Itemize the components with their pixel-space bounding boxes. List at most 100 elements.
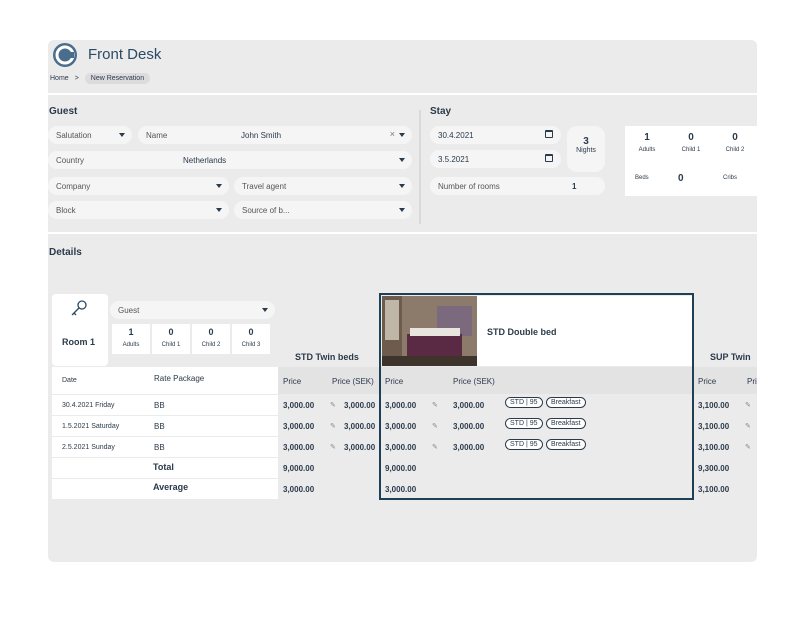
pencil-icon[interactable]: ✎ bbox=[330, 443, 337, 451]
pencil-icon[interactable]: ✎ bbox=[330, 401, 337, 409]
room-child3-counter[interactable]: 0 Child 3 bbox=[232, 324, 270, 354]
child2-value: 0 bbox=[732, 132, 738, 143]
row-date: 30.4.2021 Friday bbox=[62, 402, 115, 409]
room-type-sup-twin[interactable]: SUP Twin bbox=[710, 352, 751, 362]
calendar-icon[interactable] bbox=[545, 130, 553, 138]
child1-counter[interactable]: 0 Child 1 bbox=[671, 132, 711, 153]
chevron-down-icon bbox=[262, 308, 268, 312]
pencil-icon[interactable]: ✎ bbox=[745, 401, 752, 409]
room-child1-label: Child 1 bbox=[161, 342, 181, 348]
twin-average: 3,000.00 bbox=[283, 485, 315, 494]
room-child2-counter[interactable]: 0 Child 2 bbox=[192, 324, 230, 354]
chevron-down-icon bbox=[399, 133, 405, 137]
block-select[interactable]: Block bbox=[48, 201, 229, 219]
room-adults-value: 1 bbox=[128, 327, 134, 337]
column-twin-price: Price bbox=[283, 377, 302, 386]
total-label: Total bbox=[153, 462, 174, 472]
chevron-down-icon bbox=[399, 208, 405, 212]
room-child1-counter[interactable]: 0 Child 1 bbox=[152, 324, 190, 354]
close-icon[interactable]: × bbox=[390, 129, 395, 139]
company-select[interactable]: Company bbox=[48, 177, 229, 195]
child1-label: Child 1 bbox=[681, 147, 701, 153]
country-select[interactable]: Country Netherlands bbox=[48, 151, 412, 169]
country-label: Country bbox=[56, 155, 85, 165]
column-sup-price: Price bbox=[698, 377, 717, 386]
departure-date-value: 3.5.2021 bbox=[438, 154, 470, 164]
room-guest-select[interactable]: Guest bbox=[110, 301, 275, 319]
room-adults-counter[interactable]: 1 Adults bbox=[112, 324, 150, 354]
cribs-label: Cribs bbox=[723, 175, 738, 181]
rooms-label: Number of rooms bbox=[438, 181, 500, 191]
arrival-date-field[interactable]: 30.4.2021 bbox=[430, 126, 561, 144]
room-type-std-twin[interactable]: STD Twin beds bbox=[295, 352, 359, 362]
beds-value[interactable]: 0 bbox=[678, 173, 684, 184]
calendar-icon[interactable] bbox=[545, 154, 553, 162]
stay-heading: Stay bbox=[430, 106, 452, 117]
room-child2-label: Child 2 bbox=[201, 342, 221, 348]
child2-counter[interactable]: 0 Child 2 bbox=[715, 132, 755, 153]
departure-date-field[interactable]: 3.5.2021 bbox=[430, 150, 561, 168]
logo-icon bbox=[53, 43, 77, 67]
row-twin-price: 3,000.00 bbox=[283, 422, 315, 431]
front-desk-window: Front Desk Home > New Reservation Guest … bbox=[48, 40, 757, 562]
block-placeholder: Block bbox=[56, 205, 76, 215]
travel-agent-select[interactable]: Travel agent bbox=[234, 177, 412, 195]
company-placeholder: Company bbox=[56, 181, 91, 191]
row-twin-price: 3,000.00 bbox=[283, 443, 315, 452]
row-sup-price: 3,100.00 bbox=[698, 443, 730, 452]
breadcrumb: Home > New Reservation bbox=[50, 73, 151, 84]
room-label: Room 1 bbox=[62, 337, 96, 347]
chevron-down-icon bbox=[399, 184, 405, 188]
country-value: Netherlands bbox=[183, 155, 227, 165]
row-package[interactable]: BB bbox=[154, 401, 165, 410]
divider bbox=[48, 93, 757, 95]
divider bbox=[48, 232, 757, 234]
chevron-down-icon bbox=[399, 158, 405, 162]
column-rate-package: Rate Package bbox=[154, 374, 205, 383]
child1-value: 0 bbox=[688, 132, 694, 143]
room-child2-value: 0 bbox=[208, 327, 214, 337]
occupancy-panel: 1 Adults 0 Child 1 0 Child 2 Beds 0 Crib… bbox=[625, 126, 757, 196]
adults-label: Adults bbox=[638, 147, 656, 153]
child2-label: Child 2 bbox=[725, 147, 745, 153]
room-child3-label: Child 3 bbox=[241, 342, 261, 348]
pencil-icon[interactable]: ✎ bbox=[330, 422, 337, 430]
sup-total: 9,300.00 bbox=[698, 464, 730, 473]
chevron-down-icon bbox=[216, 208, 222, 212]
beds-label: Beds bbox=[635, 175, 649, 181]
header: Front Desk Home > New Reservation bbox=[48, 40, 757, 93]
row-twin-sek: 3,000.00 bbox=[344, 422, 376, 431]
section-divider bbox=[419, 110, 421, 224]
pencil-icon[interactable]: ✎ bbox=[745, 443, 752, 451]
average-label: Average bbox=[153, 482, 189, 492]
column-twin-price-sek: Price (SEK) bbox=[332, 377, 374, 386]
source-of-business-select[interactable]: Source of b... bbox=[234, 201, 412, 219]
row-package[interactable]: BB bbox=[154, 422, 165, 431]
nights-display: 3 Nights bbox=[567, 126, 605, 172]
source-placeholder: Source of b... bbox=[242, 205, 290, 215]
guest-heading: Guest bbox=[49, 106, 78, 117]
app-title: Front Desk bbox=[88, 46, 162, 63]
row-twin-price: 3,000.00 bbox=[283, 401, 315, 410]
breadcrumb-current: New Reservation bbox=[84, 73, 151, 84]
room-card[interactable]: Room 1 bbox=[52, 294, 108, 366]
key-icon bbox=[71, 300, 87, 316]
name-field[interactable]: Name John Smith × bbox=[138, 126, 412, 144]
guest-placeholder: Guest bbox=[118, 305, 140, 315]
row-sup-price: 3,100.00 bbox=[698, 401, 730, 410]
details-heading: Details bbox=[49, 247, 82, 258]
row-package[interactable]: BB bbox=[154, 443, 165, 452]
breadcrumb-home[interactable]: Home bbox=[50, 75, 69, 82]
room-adults-label: Adults bbox=[122, 342, 140, 348]
chevron-down-icon bbox=[216, 184, 222, 188]
room-child3-value: 0 bbox=[248, 327, 254, 337]
salutation-select[interactable]: Salutation bbox=[48, 126, 132, 144]
number-of-rooms-field[interactable]: Number of rooms 1 bbox=[430, 177, 605, 195]
pencil-icon[interactable]: ✎ bbox=[745, 422, 752, 430]
salutation-placeholder: Salutation bbox=[56, 130, 92, 140]
row-sup-price: 3,100.00 bbox=[698, 422, 730, 431]
adults-counter[interactable]: 1 Adults bbox=[627, 132, 667, 153]
twin-total: 9,000.00 bbox=[283, 464, 315, 473]
breadcrumb-separator: > bbox=[74, 75, 79, 82]
chevron-down-icon bbox=[119, 133, 125, 137]
